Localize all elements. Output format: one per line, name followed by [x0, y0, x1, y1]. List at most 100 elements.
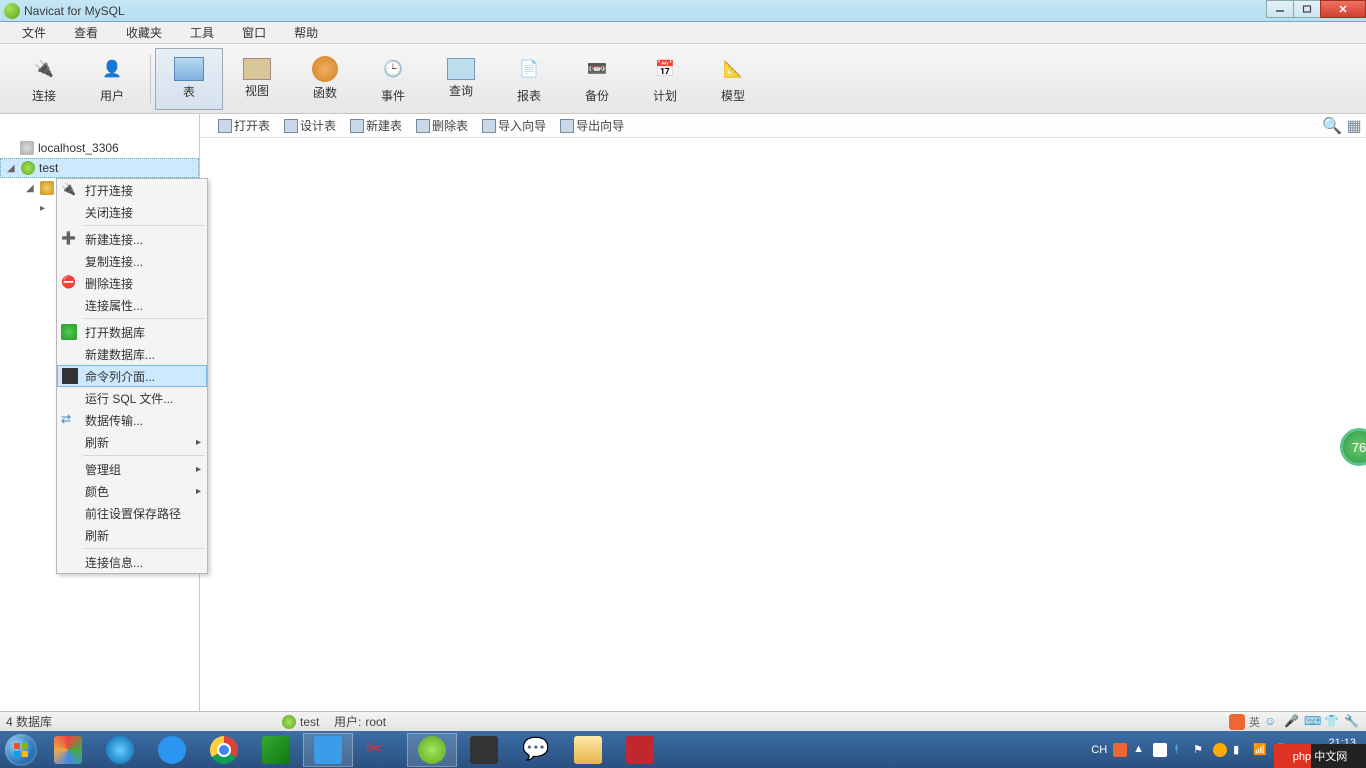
- tree-expand-arrow[interactable]: ◢: [26, 183, 36, 194]
- task-app-5[interactable]: [251, 733, 301, 767]
- sub-open-table[interactable]: 打开表: [212, 115, 276, 136]
- cm-console[interactable]: 命令列介面...: [57, 365, 207, 387]
- cm-refresh2[interactable]: 刷新: [57, 524, 207, 546]
- cm-new-database[interactable]: 新建数据库...: [57, 343, 207, 365]
- sub-delete-table[interactable]: 删除表: [410, 115, 474, 136]
- cm-delete-connection[interactable]: ⛔删除连接: [57, 272, 207, 294]
- sub-design-table[interactable]: 设计表: [278, 115, 342, 136]
- window-controls: [1267, 0, 1366, 18]
- toolbar-backup[interactable]: 📼备份: [563, 48, 631, 110]
- menu-favorites[interactable]: 收藏夹: [112, 22, 176, 43]
- status-db-name: test: [300, 715, 319, 729]
- toolbar-connection[interactable]: 🔌连接: [10, 48, 78, 110]
- tree-arrow[interactable]: ▸: [40, 203, 50, 214]
- tray-security-icon[interactable]: [1153, 743, 1167, 757]
- task-snip[interactable]: ✂: [355, 733, 405, 767]
- task-chrome[interactable]: [199, 733, 249, 767]
- sub-import-wizard[interactable]: 导入向导: [476, 115, 552, 136]
- cm-connection-properties[interactable]: 连接属性...: [57, 294, 207, 316]
- view-mode-icon[interactable]: ▦: [1346, 118, 1362, 134]
- toolbar-table[interactable]: 表: [155, 48, 223, 110]
- menu-tools[interactable]: 工具: [176, 22, 228, 43]
- toolbar-view[interactable]: 视图: [223, 48, 291, 110]
- cm-run-sql[interactable]: 运行 SQL 文件...: [57, 387, 207, 409]
- cm-new-connection[interactable]: ➕新建连接...: [57, 228, 207, 250]
- cm-manage-group[interactable]: 管理组: [57, 458, 207, 480]
- tree-expand-arrow[interactable]: ◢: [7, 163, 17, 174]
- user-icon[interactable]: 👕: [1324, 714, 1340, 730]
- tray-bluetooth-icon[interactable]: ᚼ: [1173, 743, 1187, 757]
- toolbar-model[interactable]: 📐模型: [699, 48, 767, 110]
- task-wechat[interactable]: 💬: [511, 733, 561, 767]
- cm-duplicate-connection[interactable]: 复制连接...: [57, 250, 207, 272]
- connection-on-icon: [282, 715, 296, 729]
- function-icon: [312, 56, 338, 82]
- search-icon[interactable]: 🔍: [1324, 118, 1340, 134]
- pdf-icon: [626, 736, 654, 764]
- tray-ime[interactable]: CH: [1091, 744, 1107, 756]
- tray-network-icon[interactable]: 📶: [1253, 743, 1267, 757]
- menu-help[interactable]: 帮助: [280, 22, 332, 43]
- context-menu: 🔌打开连接 关闭连接 ➕新建连接... 复制连接... ⛔删除连接 连接属性..…: [56, 178, 208, 574]
- menu-window[interactable]: 窗口: [228, 22, 280, 43]
- toolbar-event[interactable]: 🕒事件: [359, 48, 427, 110]
- sub-new-table[interactable]: 新建表: [344, 115, 408, 136]
- menu-file[interactable]: 文件: [8, 22, 60, 43]
- close-button[interactable]: [1320, 0, 1366, 18]
- tray-battery-icon[interactable]: ▮: [1233, 743, 1247, 757]
- app-title: Navicat for MySQL: [24, 4, 125, 18]
- wechat-icon: 💬: [522, 736, 550, 764]
- status-user-label: 用户:: [334, 713, 361, 730]
- cm-separator: [83, 225, 205, 226]
- mic-icon[interactable]: 🎤: [1284, 714, 1300, 730]
- sogou-icon[interactable]: [1229, 714, 1245, 730]
- db-icon: [40, 181, 54, 195]
- tree-connection-localhost[interactable]: localhost_3306: [0, 138, 199, 158]
- cm-open-connection[interactable]: 🔌打开连接: [57, 179, 207, 201]
- toolbar-function[interactable]: 函数: [291, 48, 359, 110]
- new-database-icon: [61, 346, 77, 362]
- wrench-icon[interactable]: 🔧: [1344, 714, 1360, 730]
- user-icon: 👤: [96, 53, 128, 85]
- cm-data-transfer[interactable]: ⇄数据传输...: [57, 409, 207, 431]
- toolbar-schedule[interactable]: 📅计划: [631, 48, 699, 110]
- tray-sogou-icon[interactable]: [1113, 743, 1127, 757]
- status-db-count: 4 数据库: [0, 713, 52, 730]
- toolbar-report[interactable]: 📄报表: [495, 48, 563, 110]
- tree-connection-test[interactable]: ◢ test: [0, 158, 199, 178]
- task-baidu[interactable]: [147, 733, 197, 767]
- statusbar: 4 数据库 test 用户: root 英 ☺ 🎤 ⌨ 👕 🔧: [0, 711, 1366, 731]
- toolbar-user[interactable]: 👤用户: [78, 48, 146, 110]
- toolbar-query[interactable]: 查询: [427, 48, 495, 110]
- cm-open-database[interactable]: 打开数据库: [57, 321, 207, 343]
- task-pdf[interactable]: [615, 733, 665, 767]
- minimize-button[interactable]: [1266, 0, 1294, 18]
- new-table-icon: [350, 119, 364, 133]
- tray-app-icon[interactable]: [1213, 743, 1227, 757]
- cm-close-connection[interactable]: 关闭连接: [57, 201, 207, 223]
- ime-text[interactable]: 英: [1249, 714, 1260, 730]
- menu-view[interactable]: 查看: [60, 22, 112, 43]
- cm-color[interactable]: 颜色: [57, 480, 207, 502]
- face-icon[interactable]: ☺: [1264, 714, 1280, 730]
- folder-icon: [574, 736, 602, 764]
- keyboard-icon[interactable]: ⌨: [1304, 714, 1320, 730]
- navicat-icon: [418, 736, 446, 764]
- windows-logo-icon: [5, 734, 37, 766]
- task-app-6[interactable]: [303, 733, 353, 767]
- task-ie[interactable]: [95, 733, 145, 767]
- connection-off-icon: [20, 141, 34, 155]
- maximize-button[interactable]: [1293, 0, 1321, 18]
- task-navicat[interactable]: [407, 733, 457, 767]
- cm-refresh[interactable]: 刷新: [57, 431, 207, 453]
- cm-goto-path[interactable]: 前往设置保存路径: [57, 502, 207, 524]
- tray-up-icon[interactable]: ▲: [1133, 743, 1147, 757]
- cm-connection-info[interactable]: 连接信息...: [57, 551, 207, 573]
- task-app-9[interactable]: [459, 733, 509, 767]
- task-explorer[interactable]: [563, 733, 613, 767]
- start-button[interactable]: [0, 731, 42, 768]
- tray-flag-icon[interactable]: ⚑: [1193, 743, 1207, 757]
- task-app-1[interactable]: [43, 733, 93, 767]
- ie-icon: [106, 736, 134, 764]
- sub-export-wizard[interactable]: 导出向导: [554, 115, 630, 136]
